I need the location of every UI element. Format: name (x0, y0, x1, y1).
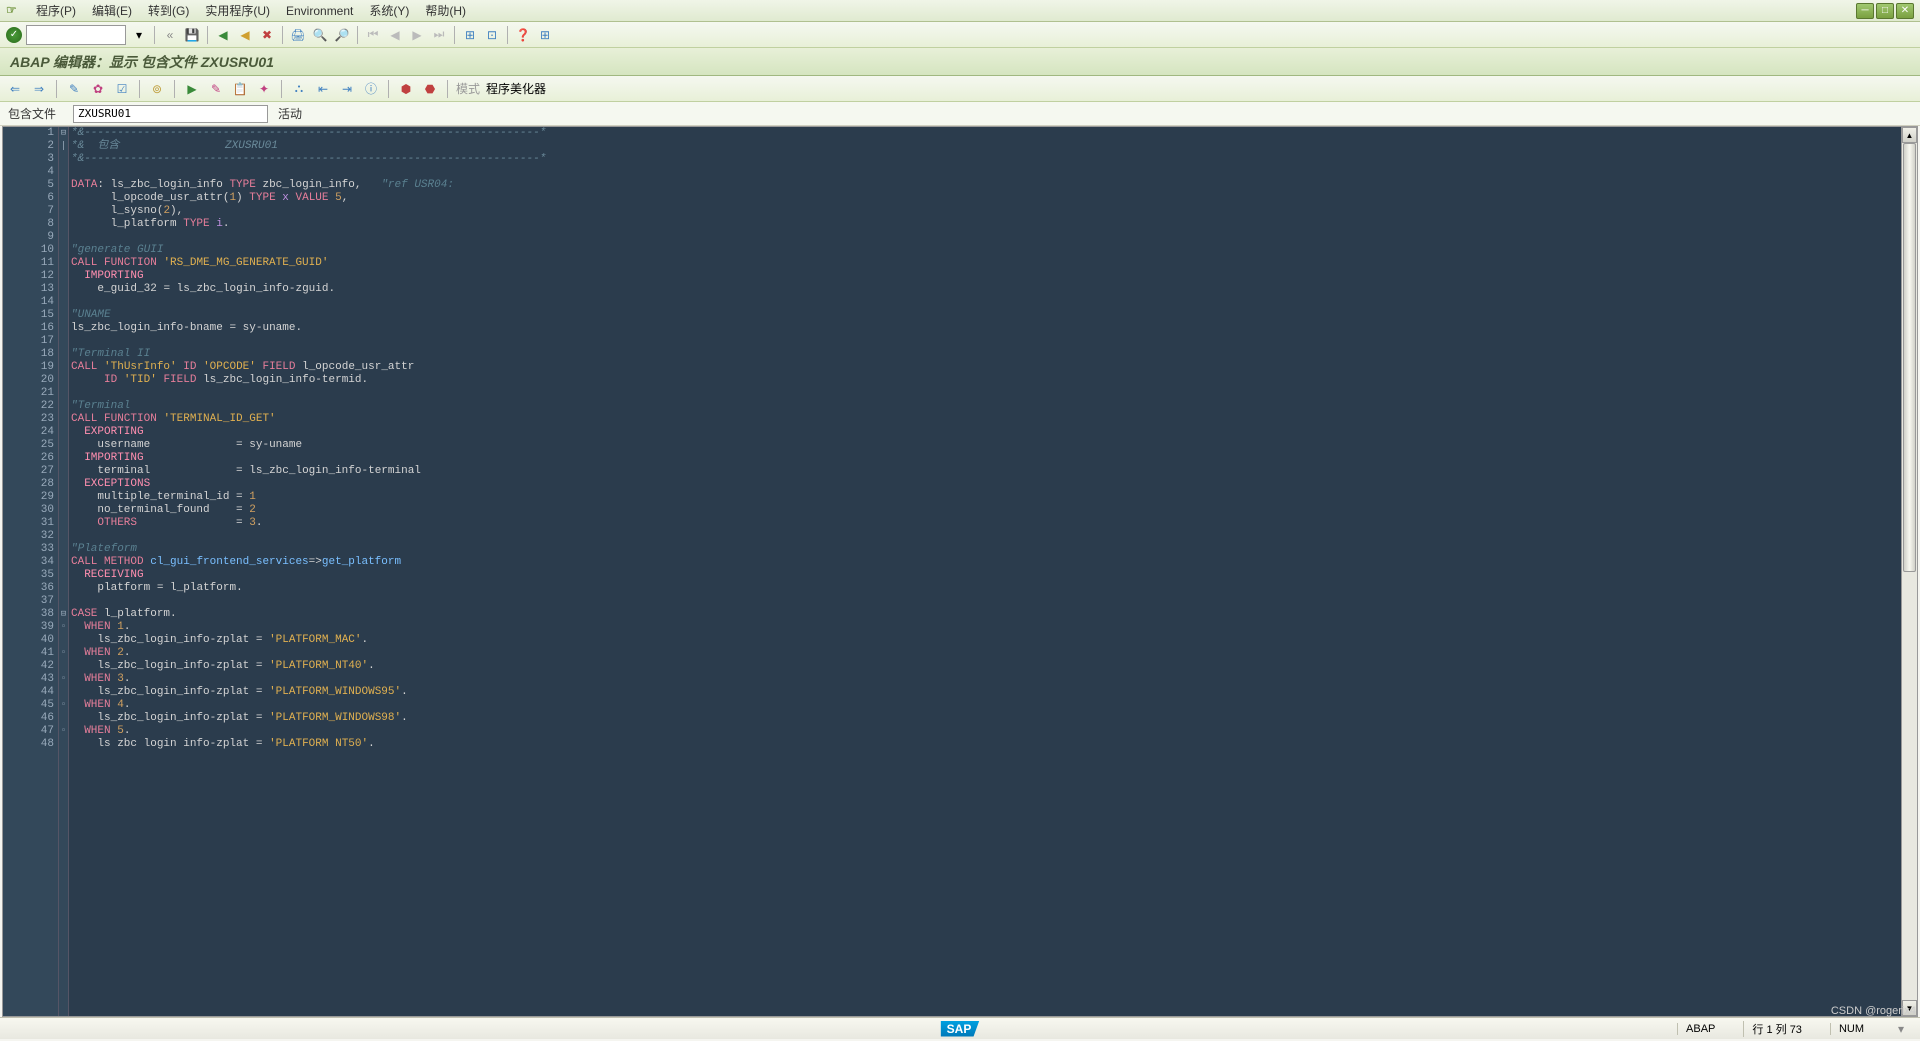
next-page-icon[interactable]: ▶ (408, 26, 426, 44)
separator (154, 26, 155, 44)
status-right: ABAP 行 1 列 73 NUM ▾ (1677, 1020, 1910, 1038)
status-pos: 行 1 列 73 (1743, 1021, 1810, 1037)
code-area[interactable]: *&--------------------------------------… (69, 127, 1901, 1016)
sap-logo: SAP (941, 1021, 980, 1037)
check-icon[interactable]: ☑ (113, 80, 131, 98)
back-chevron-icon[interactable]: « (161, 26, 179, 44)
indent-icon[interactable]: ⇥ (338, 80, 356, 98)
back-icon[interactable]: ◀ (214, 26, 232, 44)
menu-environment[interactable]: Environment (278, 2, 361, 20)
pattern-label: 模式 (456, 80, 480, 97)
scroll-up-icon[interactable]: ▲ (1902, 127, 1917, 143)
page-title: ABAP 编辑器：显示 包含文件 ZXUSRU01 (10, 52, 274, 72)
prev-page-icon[interactable]: ◀ (386, 26, 404, 44)
line-gutter: 1234567891011121314151617181920212223242… (3, 127, 59, 1016)
new-session-icon[interactable]: ⊞ (461, 26, 479, 44)
command-field[interactable] (26, 25, 126, 45)
find-next-icon[interactable]: 🔎 (333, 26, 351, 44)
include-input[interactable] (73, 105, 268, 123)
vertical-scrollbar[interactable]: ▲ ▼ (1901, 127, 1917, 1016)
separator (282, 26, 283, 44)
title-bar: ABAP 编辑器：显示 包含文件 ZXUSRU01 (0, 48, 1920, 76)
outdent-icon[interactable]: ⇤ (314, 80, 332, 98)
main-toolbar: ✓ ▾ « 💾 ◀ ◀ ✖ 🖨 🔍 🔎 ⏮ ◀ ▶ ⏭ ⊞ ⊡ ❓ ⊞ (0, 22, 1920, 48)
window-controls: ─ □ ✕ (1856, 3, 1914, 19)
breakpoint-icon[interactable]: ⬢ (397, 80, 415, 98)
pretty-printer-label[interactable]: 程序美化器 (486, 80, 546, 97)
separator (388, 80, 389, 98)
display-change-icon[interactable]: ✎ (65, 80, 83, 98)
separator (139, 80, 140, 98)
hierarchy-icon[interactable]: ⛬ (290, 80, 308, 98)
save-icon[interactable]: 💾 (183, 26, 201, 44)
status-num: NUM (1830, 1023, 1872, 1035)
nav-forward-icon[interactable]: ⇒ (30, 80, 48, 98)
separator (357, 26, 358, 44)
minimize-button[interactable]: ─ (1856, 3, 1874, 19)
activate-icon[interactable]: ⊚ (148, 80, 166, 98)
separator (454, 26, 455, 44)
menubar: ☞ 程序(P) 编辑(E) 转到(G) 实用程序(U) Environment … (0, 0, 1920, 22)
layout-icon[interactable]: ⊞ (536, 26, 554, 44)
menu-utilities[interactable]: 实用程序(U) (197, 0, 278, 21)
scroll-thumb[interactable] (1903, 143, 1916, 572)
separator (207, 26, 208, 44)
where-used-icon[interactable]: ✎ (207, 80, 225, 98)
enter-icon[interactable]: ✓ (6, 27, 22, 43)
help-icon[interactable]: ❓ (514, 26, 532, 44)
separator (56, 80, 57, 98)
status-expand-icon[interactable]: ▾ (1892, 1020, 1910, 1038)
menu-edit[interactable]: 编辑(E) (84, 0, 140, 21)
maximize-button[interactable]: □ (1876, 3, 1894, 19)
info-icon[interactable]: ⓘ (362, 80, 380, 98)
menu-help[interactable]: 帮助(H) (417, 0, 474, 21)
print-icon[interactable]: 🖨 (289, 26, 307, 44)
exit-icon[interactable]: ◀ (236, 26, 254, 44)
separator (174, 80, 175, 98)
last-page-icon[interactable]: ⏭ (430, 26, 448, 44)
status-label: 活动 (278, 105, 302, 122)
menu-system[interactable]: 系统(Y) (361, 0, 417, 21)
close-button[interactable]: ✕ (1896, 3, 1914, 19)
find-icon[interactable]: 🔍 (311, 26, 329, 44)
statusbar: SAP ABAP 行 1 列 73 NUM ▾ (0, 1017, 1920, 1039)
first-page-icon[interactable]: ⏮ (364, 26, 382, 44)
menu-program[interactable]: 程序(P) (28, 0, 84, 21)
status-lang: ABAP (1677, 1023, 1723, 1035)
separator (447, 80, 448, 98)
create-shortcut-icon[interactable]: ⊡ (483, 26, 501, 44)
watermark: CSDN @rogerix4 (1831, 1005, 1916, 1017)
breakpoint2-icon[interactable]: ⬣ (421, 80, 439, 98)
fold-column[interactable]: ⊟| ⊟◦ ◦ ◦ ◦ ◦ (59, 127, 69, 1016)
separator (281, 80, 282, 98)
menu-goto[interactable]: 转到(G) (140, 0, 197, 21)
other-object-icon[interactable]: ✿ (89, 80, 107, 98)
scroll-track[interactable] (1902, 143, 1917, 1000)
display-obj-icon[interactable]: 📋 (231, 80, 249, 98)
nav-back-icon[interactable]: ⇐ (6, 80, 24, 98)
insert-icon[interactable]: ✦ (255, 80, 273, 98)
separator (507, 26, 508, 44)
include-label: 包含文件 (8, 105, 63, 122)
field-row: 包含文件 活动 (0, 102, 1920, 126)
test-icon[interactable]: ▶ (183, 80, 201, 98)
cancel-icon[interactable]: ✖ (258, 26, 276, 44)
dropdown-icon[interactable]: ▾ (130, 26, 148, 44)
code-editor: 1234567891011121314151617181920212223242… (2, 126, 1918, 1017)
app-icon: ☞ (6, 3, 22, 19)
app-toolbar: ⇐ ⇒ ✎ ✿ ☑ ⊚ ▶ ✎ 📋 ✦ ⛬ ⇤ ⇥ ⓘ ⬢ ⬣ 模式 程序美化器 (0, 76, 1920, 102)
